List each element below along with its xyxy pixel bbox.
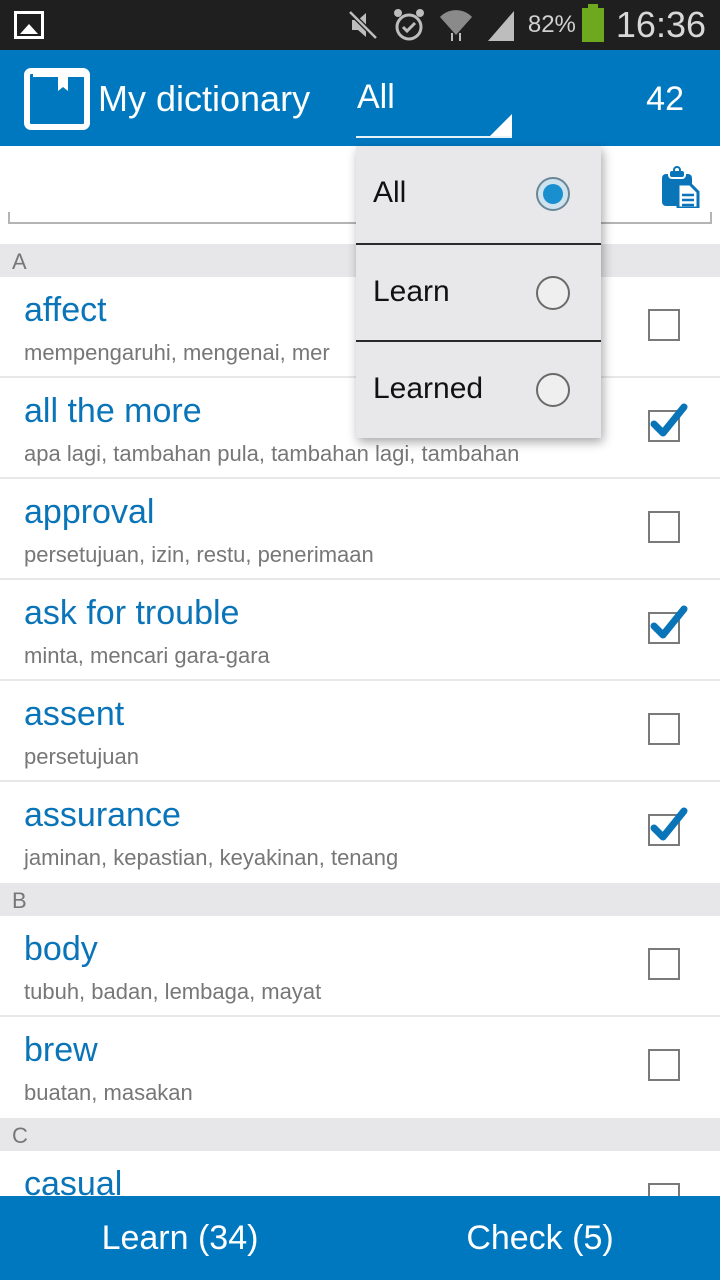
- app-bar: My dictionary All 42: [0, 50, 720, 146]
- clock: 16:36: [615, 4, 706, 45]
- word-count: 42: [646, 80, 684, 118]
- translation: buatan, masakan: [24, 1080, 193, 1105]
- list-item[interactable]: ask for trouble minta, mencari gara-gara: [0, 580, 720, 681]
- word: brew: [24, 1031, 98, 1069]
- dictionary-book-icon: [24, 68, 90, 130]
- signal-icon: [487, 11, 514, 41]
- radio-icon[interactable]: [536, 373, 570, 407]
- section-header: B: [0, 883, 720, 916]
- word: assurance: [24, 796, 181, 834]
- translation: persetujuan, izin, restu, penerimaan: [24, 542, 374, 567]
- radio-icon[interactable]: [536, 177, 570, 211]
- filter-spinner[interactable]: All: [356, 68, 512, 138]
- filter-dropdown: All Learn Learned: [356, 146, 601, 438]
- list-item[interactable]: body tubuh, badan, lembaga, mayat: [0, 916, 720, 1017]
- checkmark-icon: [650, 403, 688, 437]
- section-header: C: [0, 1118, 720, 1151]
- list-item[interactable]: casual: [0, 1151, 720, 1196]
- check-button[interactable]: Check (5): [360, 1196, 720, 1280]
- learn-button[interactable]: Learn (34): [0, 1196, 360, 1280]
- learned-checkbox[interactable]: [648, 309, 680, 341]
- word: assent: [24, 695, 125, 733]
- translation: minta, mencari gara-gara: [24, 643, 270, 668]
- list-item[interactable]: approval persetujuan, izin, restu, pener…: [0, 479, 720, 580]
- battery-icon: [581, 4, 604, 42]
- word: approval: [24, 493, 155, 531]
- learned-checkbox[interactable]: [648, 403, 688, 442]
- checkmark-icon: [650, 605, 688, 639]
- word: all the more: [24, 392, 202, 430]
- filter-option-learned[interactable]: Learned: [356, 340, 601, 437]
- list-item[interactable]: assurance jaminan, kepastian, keyakinan,…: [0, 782, 720, 883]
- checkmark-icon: [650, 807, 688, 841]
- word: affect: [24, 291, 107, 329]
- word: casual: [24, 1165, 123, 1196]
- learned-checkbox[interactable]: [648, 511, 680, 543]
- translation: persetujuan: [24, 744, 139, 769]
- battery-percent: 82%: [527, 11, 576, 38]
- word: ask for trouble: [24, 594, 240, 632]
- translation: tubuh, badan, lembaga, mayat: [24, 979, 322, 1004]
- translation: apa lagi, tambahan pula, tambahan lagi, …: [24, 441, 520, 466]
- word: body: [24, 930, 98, 968]
- app-title: My dictionary: [98, 78, 311, 119]
- learned-checkbox[interactable]: [648, 605, 688, 644]
- learned-checkbox[interactable]: [648, 948, 680, 980]
- filter-option-all[interactable]: All: [356, 146, 601, 243]
- gallery-icon: [14, 11, 44, 39]
- learned-checkbox[interactable]: [648, 1183, 680, 1196]
- bottom-bar: Learn (34) Check (5): [0, 1196, 720, 1280]
- clipboard-paste-icon[interactable]: [660, 166, 700, 208]
- mute-icon: [348, 10, 378, 40]
- learned-checkbox[interactable]: [648, 807, 688, 846]
- learned-checkbox[interactable]: [648, 713, 680, 745]
- option-label: Learned: [373, 372, 484, 405]
- filter-selected-value: All: [357, 78, 395, 116]
- translation: mempengaruhi, mengenai, mer: [24, 340, 330, 365]
- spinner-triangle-icon: [490, 114, 512, 136]
- wifi-icon: [439, 10, 472, 41]
- learned-checkbox[interactable]: [648, 1049, 680, 1081]
- alarm-icon: [393, 9, 424, 41]
- option-label: Learn: [373, 275, 450, 308]
- status-bar: 82% 16:36: [0, 0, 720, 50]
- radio-icon[interactable]: [536, 276, 570, 310]
- list-item[interactable]: assent persetujuan: [0, 681, 720, 782]
- filter-option-learn[interactable]: Learn: [356, 243, 601, 340]
- list-item[interactable]: brew buatan, masakan: [0, 1017, 720, 1118]
- option-label: All: [373, 176, 407, 209]
- translation: jaminan, kepastian, keyakinan, tenang: [24, 845, 399, 870]
